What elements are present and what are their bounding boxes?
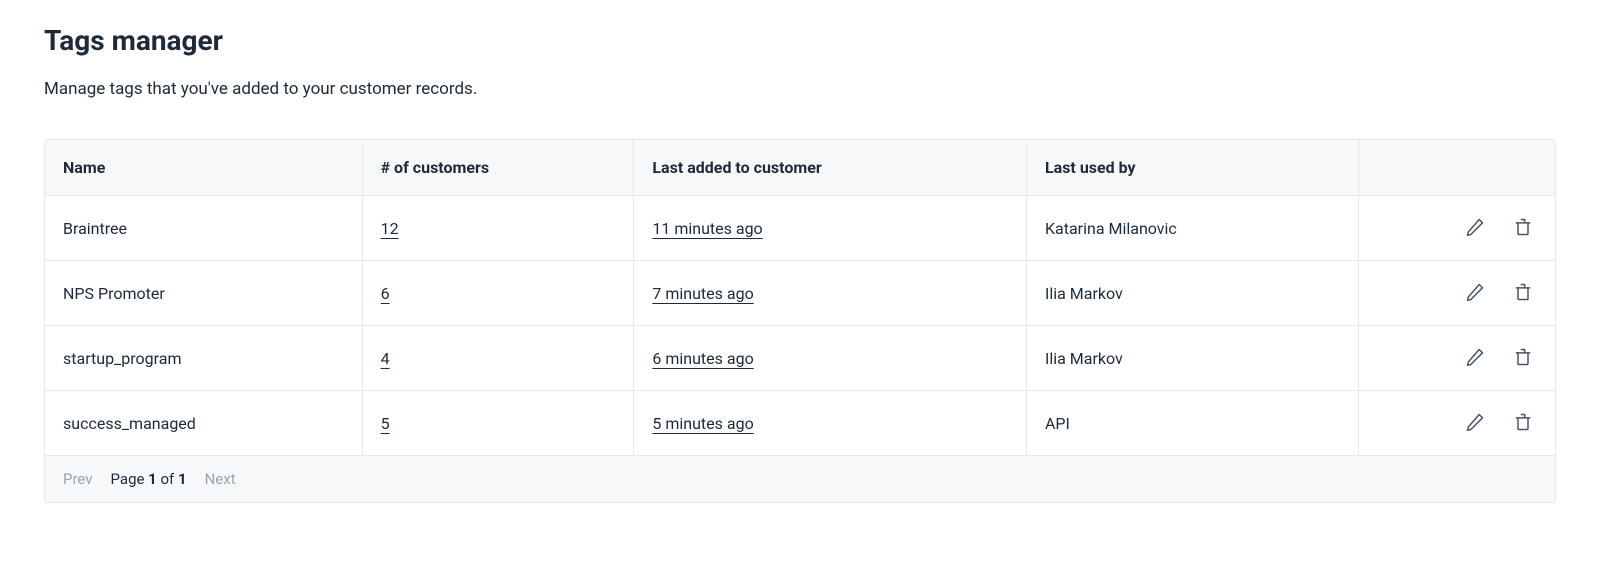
pencil-icon: [1465, 217, 1485, 240]
customer-count-cell: 4: [362, 326, 634, 391]
tag-name-cell: success_managed: [45, 391, 362, 456]
last-added-link[interactable]: 6 minutes ago: [652, 349, 753, 368]
edit-button[interactable]: [1461, 409, 1489, 437]
page-description: Manage tags that you've added to your cu…: [44, 79, 1556, 99]
page-total: 1: [178, 470, 187, 488]
header-name: Name: [45, 140, 362, 196]
page-prefix: Page: [111, 470, 149, 488]
last-added-cell: 6 minutes ago: [634, 326, 1027, 391]
delete-button[interactable]: [1509, 214, 1537, 242]
header-actions: [1359, 140, 1555, 196]
last-added-cell: 5 minutes ago: [634, 391, 1027, 456]
table-row: NPS Promoter 6 7 minutes ago Ilia Markov: [45, 261, 1555, 326]
used-by-cell: Ilia Markov: [1026, 261, 1358, 326]
customer-count-link[interactable]: 5: [381, 414, 390, 433]
tags-table: Name # of customers Last added to custom…: [45, 140, 1555, 456]
next-page-button[interactable]: Next: [205, 470, 236, 488]
used-by-cell: Ilia Markov: [1026, 326, 1358, 391]
pencil-icon: [1465, 282, 1485, 305]
page-status: Page 1 of 1: [111, 470, 187, 488]
customer-count-cell: 6: [362, 261, 634, 326]
delete-button[interactable]: [1509, 344, 1537, 372]
tag-name-cell: Braintree: [45, 196, 362, 261]
pencil-icon: [1465, 347, 1485, 370]
edit-button[interactable]: [1461, 279, 1489, 307]
trash-icon: [1513, 347, 1533, 370]
table-row: Braintree 12 11 minutes ago Katarina Milano…: [45, 196, 1555, 261]
actions-cell: [1359, 261, 1555, 326]
tag-name-cell: startup_program: [45, 326, 362, 391]
tags-table-wrapper: Name # of customers Last added to custom…: [44, 139, 1556, 503]
table-row: success_managed 5 5 minutes ago API: [45, 391, 1555, 456]
edit-button[interactable]: [1461, 214, 1489, 242]
last-added-link[interactable]: 5 minutes ago: [652, 414, 753, 433]
trash-icon: [1513, 217, 1533, 240]
used-by-cell: API: [1026, 391, 1358, 456]
customer-count-link[interactable]: 12: [381, 219, 399, 238]
header-count: # of customers: [362, 140, 634, 196]
used-by-cell: Katarina Milanovic: [1026, 196, 1358, 261]
pencil-icon: [1465, 412, 1485, 435]
delete-button[interactable]: [1509, 409, 1537, 437]
trash-icon: [1513, 412, 1533, 435]
last-added-link[interactable]: 11 minutes ago: [652, 219, 762, 238]
tag-name-cell: NPS Promoter: [45, 261, 362, 326]
last-added-cell: 11 minutes ago: [634, 196, 1027, 261]
table-header-row: Name # of customers Last added to custom…: [45, 140, 1555, 196]
actions-cell: [1359, 196, 1555, 261]
prev-page-button[interactable]: Prev: [63, 470, 93, 488]
actions-cell: [1359, 326, 1555, 391]
page-current: 1: [148, 470, 157, 488]
customer-count-cell: 12: [362, 196, 634, 261]
customer-count-link[interactable]: 6: [381, 284, 390, 303]
delete-button[interactable]: [1509, 279, 1537, 307]
edit-button[interactable]: [1461, 344, 1489, 372]
header-last-added: Last added to customer: [634, 140, 1027, 196]
page-title: Tags manager: [44, 24, 1556, 57]
header-used-by: Last used by: [1026, 140, 1358, 196]
last-added-cell: 7 minutes ago: [634, 261, 1027, 326]
pagination-bar: Prev Page 1 of 1 Next: [45, 456, 1555, 502]
last-added-link[interactable]: 7 minutes ago: [652, 284, 753, 303]
table-row: startup_program 4 6 minutes ago Ilia Markov: [45, 326, 1555, 391]
customer-count-cell: 5: [362, 391, 634, 456]
page-of: of: [157, 470, 178, 488]
actions-cell: [1359, 391, 1555, 456]
trash-icon: [1513, 282, 1533, 305]
customer-count-link[interactable]: 4: [381, 349, 390, 368]
